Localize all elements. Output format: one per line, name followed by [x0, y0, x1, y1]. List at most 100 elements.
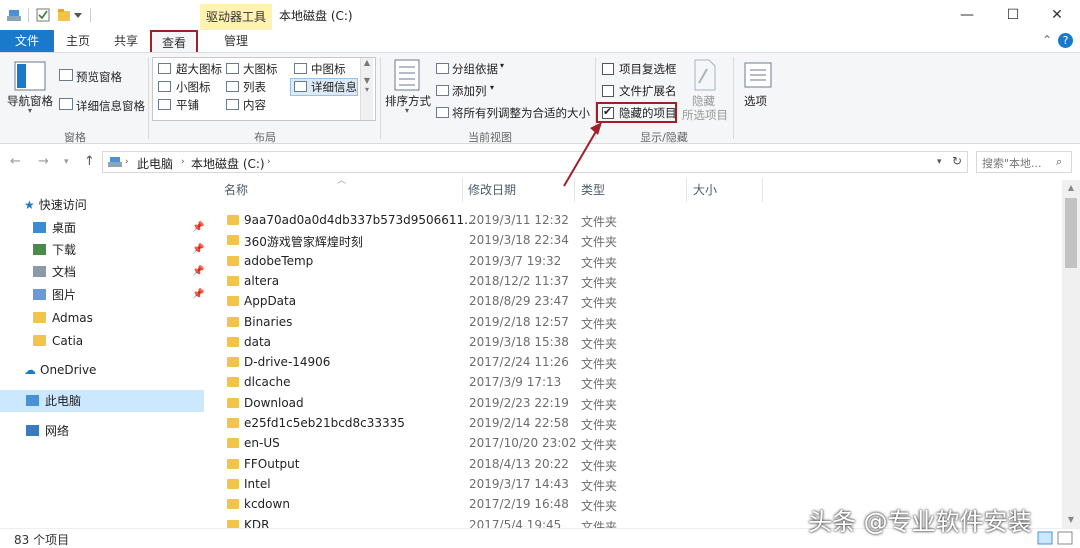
tab-home[interactable]: 主页 — [56, 30, 100, 52]
table-row[interactable]: adobeTemp 2019/3/7 19:32 文件夹 — [210, 251, 1050, 271]
column-divider[interactable] — [686, 178, 687, 202]
layout-details[interactable]: 详细信息 — [311, 79, 357, 95]
nav-item-admas[interactable]: Admas — [33, 307, 93, 329]
column-divider[interactable] — [574, 178, 575, 202]
column-divider[interactable] — [762, 178, 763, 202]
layout-gallery-scroll[interactable]: ▲ ▼ ▾ — [360, 58, 373, 120]
table-row[interactable]: data 2019/3/18 15:38 文件夹 — [210, 332, 1050, 352]
close-button[interactable]: ✕ — [1034, 0, 1080, 30]
minimize-button[interactable]: — — [944, 0, 990, 30]
table-row[interactable]: en-US 2017/10/20 23:02 文件夹 — [210, 433, 1050, 453]
title-separator — [90, 8, 91, 22]
customize-toolbar-chevron-icon[interactable] — [74, 13, 82, 18]
table-row[interactable]: altera 2018/12/2 11:37 文件夹 — [210, 271, 1050, 291]
group-by-dropdown-icon[interactable]: ▾ — [500, 61, 504, 70]
column-header-name[interactable]: 名称 — [224, 181, 248, 198]
breadcrumb-separator-icon[interactable]: › — [181, 157, 185, 167]
tab-file[interactable]: 文件 — [0, 30, 54, 52]
column-header-size[interactable]: 大小 — [693, 181, 717, 198]
group-by-button[interactable]: 分组依据 — [452, 61, 498, 77]
file-extensions-checkbox[interactable] — [602, 85, 614, 97]
table-row[interactable]: Intel 2019/3/17 14:43 文件夹 — [210, 474, 1050, 494]
add-columns-dropdown-icon[interactable]: ▾ — [490, 83, 494, 92]
sort-by-icon[interactable] — [394, 59, 420, 91]
nav-quick-access[interactable]: ★ 快速访问 — [24, 194, 87, 216]
preview-pane-button[interactable]: 预览窗格 — [76, 69, 122, 85]
nav-onedrive[interactable]: ☁ OneDrive — [24, 359, 96, 381]
details-view-icon[interactable] — [1036, 530, 1076, 546]
nav-item-downloads[interactable]: 下载 — [33, 239, 76, 261]
view-toggle-buttons[interactable] — [1036, 530, 1076, 546]
address-dropdown-icon[interactable]: ▾ — [937, 157, 942, 167]
column-header-date[interactable]: 修改日期 — [468, 181, 516, 198]
breadcrumb-this-pc[interactable]: 此电脑 — [137, 155, 173, 172]
scroll-thumb[interactable] — [1065, 198, 1077, 268]
file-type: 文件夹 — [581, 418, 618, 432]
tab-view[interactable]: 查看 — [150, 30, 198, 52]
breadcrumb-separator-icon[interactable]: › — [125, 157, 129, 167]
table-row[interactable]: FFOutput 2018/4/13 20:22 文件夹 — [210, 454, 1050, 474]
navigation-pane-dropdown-icon[interactable]: ▾ — [28, 106, 32, 115]
vertical-scrollbar[interactable]: ▲ ▼ — [1062, 180, 1080, 528]
table-row[interactable]: Download 2019/2/23 22:19 文件夹 — [210, 393, 1050, 413]
details-pane-button[interactable]: 详细信息窗格 — [76, 98, 145, 114]
column-header-type[interactable]: 类型 — [581, 181, 605, 198]
layout-list[interactable]: 列表 — [243, 79, 266, 95]
table-row[interactable]: AppData 2018/8/29 23:47 文件夹 — [210, 291, 1050, 311]
navigation-pane-icon[interactable] — [14, 61, 46, 91]
layout-large-icons[interactable]: 大图标 — [243, 61, 278, 77]
nav-this-pc[interactable]: 此电脑 — [26, 390, 81, 412]
table-row[interactable]: e25fd1c5eb21bcd8c33335 2019/2/14 22:58 文件夹 — [210, 413, 1050, 433]
layout-small-icons[interactable]: 小图标 — [176, 79, 211, 95]
layout-medium-icons[interactable]: 中图标 — [311, 61, 346, 77]
nav-item-catia[interactable]: Catia — [33, 330, 83, 352]
layout-content[interactable]: 内容 — [243, 97, 266, 113]
nav-network[interactable]: 网络 — [26, 420, 69, 442]
maximize-button[interactable]: ☐ — [990, 0, 1036, 30]
pin-icon[interactable]: 📌 — [192, 266, 204, 277]
refresh-icon[interactable]: ↻ — [952, 154, 962, 168]
back-arrow-icon[interactable]: ← — [10, 154, 21, 169]
layout-extra-large-icons[interactable]: 超大图标 — [176, 61, 222, 77]
table-row[interactable]: dlcache 2017/3/9 17:13 文件夹 — [210, 372, 1050, 392]
file-extensions-label[interactable]: 文件扩展名 — [619, 83, 677, 99]
breadcrumb-local-disk[interactable]: 本地磁盘 (C:) — [191, 155, 265, 172]
file-name: kcdown — [244, 497, 290, 512]
layout-tiles[interactable]: 平铺 — [176, 97, 199, 113]
fit-columns-button[interactable]: 将所有列调整为合适的大小 — [452, 105, 590, 121]
breadcrumb-separator-icon[interactable]: › — [267, 157, 271, 167]
properties-icon[interactable] — [35, 7, 51, 23]
address-bar[interactable]: › 此电脑 › 本地磁盘 (C:) › ▾ ↻ — [102, 151, 968, 173]
options-icon[interactable] — [744, 61, 772, 89]
recent-locations-chevron-icon[interactable]: ▾ — [64, 157, 69, 167]
table-row[interactable]: D-drive-14906 2017/2/24 11:26 文件夹 — [210, 352, 1050, 372]
table-row[interactable]: 360游戏管家辉煌时刻 2019/3/18 22:34 文件夹 — [210, 230, 1050, 250]
new-folder-icon[interactable] — [56, 7, 72, 23]
pin-icon[interactable]: 📌 — [192, 244, 204, 255]
nav-item-documents[interactable]: 文档 — [33, 261, 76, 283]
item-checkboxes-label[interactable]: 项目复选框 — [619, 61, 677, 77]
options-button[interactable]: 选项 — [744, 93, 767, 109]
nav-item-pictures[interactable]: 图片 — [33, 284, 76, 306]
add-columns-button[interactable]: 添加列 — [452, 83, 487, 99]
hide-selected-icon[interactable] — [693, 59, 717, 91]
item-checkboxes-checkbox[interactable] — [602, 63, 614, 75]
drive-icon[interactable] — [6, 7, 22, 23]
tab-manage[interactable]: 管理 — [208, 30, 264, 52]
up-arrow-icon[interactable]: ↑ — [84, 154, 95, 169]
scroll-up-icon[interactable]: ▲ — [1062, 180, 1080, 196]
scroll-down-icon[interactable]: ▼ — [1062, 512, 1080, 528]
forward-arrow-icon[interactable]: → — [38, 154, 49, 169]
help-icon[interactable]: ? — [1058, 33, 1073, 48]
search-icon[interactable]: ⌕ — [1056, 155, 1062, 169]
collapse-ribbon-icon[interactable]: ⌃ — [1042, 33, 1052, 47]
tab-share[interactable]: 共享 — [104, 30, 148, 52]
sort-by-dropdown-icon[interactable]: ▾ — [405, 106, 409, 115]
pin-icon[interactable]: 📌 — [192, 289, 204, 300]
pin-icon[interactable]: 📌 — [192, 222, 204, 233]
table-row[interactable]: 9aa70ad0a0d4db337b573d9506611... 2019/3/1… — [210, 210, 1050, 230]
nav-item-desktop[interactable]: 桌面 — [33, 217, 76, 239]
drive-tools-context-tab[interactable]: 驱动器工具 — [200, 4, 272, 30]
column-divider[interactable] — [462, 178, 463, 202]
table-row[interactable]: Binaries 2019/2/18 12:57 文件夹 — [210, 312, 1050, 332]
